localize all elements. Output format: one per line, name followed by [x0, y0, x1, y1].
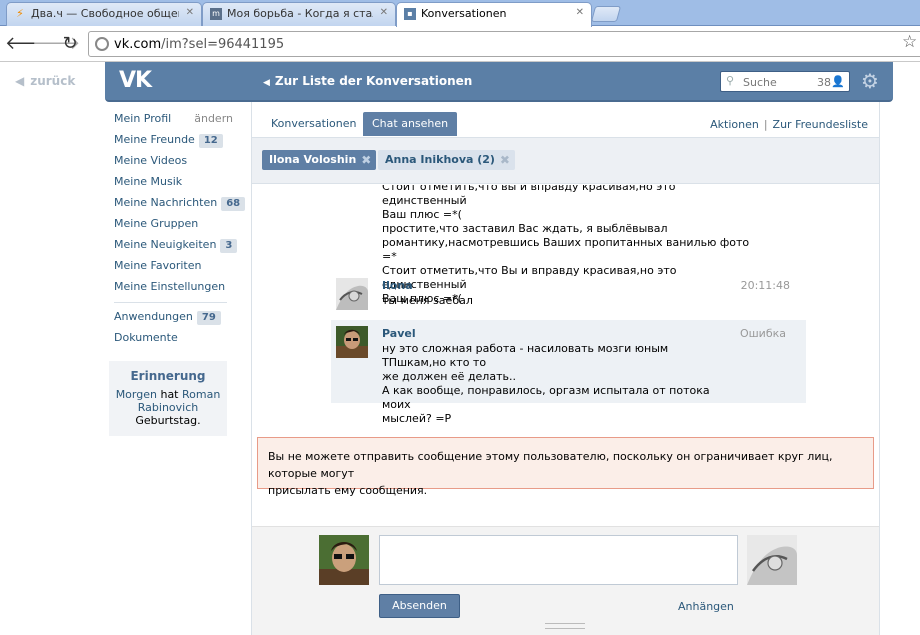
- person-icon: 👤: [831, 75, 845, 88]
- sidebar-item-news[interactable]: Meine Neuigkeiten 3: [109, 235, 238, 256]
- message-history[interactable]: Стоит отметить,что вы и вправду красивая…: [252, 185, 879, 425]
- left-sidebar: Mein Profil ändern Meine Freunde 12 Meine…: [109, 109, 246, 436]
- browser-tab-label: Konversationen: [421, 7, 507, 20]
- link-separator: |: [763, 118, 768, 131]
- forward-arrow-icon[interactable]: 🡒: [32, 34, 80, 54]
- participant-chip[interactable]: Ilona Voloshin ✖: [262, 150, 377, 170]
- my-avatar[interactable]: [319, 535, 369, 585]
- address-url: vk.com/im?sel=96441195: [114, 37, 285, 52]
- bookmark-star-icon[interactable]: ☆: [902, 32, 917, 52]
- sidebar-item-groups[interactable]: Meine Gruppen: [109, 214, 227, 235]
- tab-view-chat[interactable]: Chat ansehen: [363, 112, 458, 136]
- participants-bar: Ilona Voloshin ✖ Anna Inikhova (2) ✖: [252, 138, 879, 184]
- message-composer: Absenden Anhängen: [252, 526, 879, 635]
- close-icon[interactable]: ✕: [380, 7, 388, 18]
- browser-tab-moya-borba[interactable]: m Моя борьба - Когда я стал г ✕: [202, 2, 396, 26]
- browser-tab-label: Моя борьба - Когда я стал г: [227, 7, 373, 20]
- message-error-status: Ошибка: [739, 327, 786, 340]
- sidebar-item-favorites[interactable]: Meine Favoriten: [109, 256, 227, 277]
- count-badge: 68: [221, 197, 246, 211]
- vk-header: VK ◀ Zur Liste der Konversationen ⚲ Suche…: [105, 62, 893, 102]
- gear-icon[interactable]: ⚙: [861, 69, 879, 93]
- message-author[interactable]: Ilona: [382, 279, 413, 292]
- conversation-panel: Konversationen Chat ansehen Aktionen | Zur…: [251, 102, 880, 635]
- sidebar-item-settings[interactable]: Meine Einstellungen: [109, 277, 227, 298]
- friends-list-link[interactable]: Zur Freundesliste: [773, 118, 868, 131]
- address-bar[interactable]: vk.com/im?sel=96441195: [88, 31, 920, 57]
- back-to-conversations-link[interactable]: ◀ Zur Liste der Konversationen: [263, 74, 472, 88]
- attach-link[interactable]: Anhängen: [678, 600, 734, 613]
- browser-tab-konversationen[interactable]: ▪ Konversationen ✕: [396, 2, 592, 27]
- reload-icon[interactable]: ↻: [60, 34, 80, 54]
- header-links: Aktionen | Zur Freundesliste: [710, 118, 868, 131]
- recipient-avatar[interactable]: [747, 535, 797, 585]
- browser-toolbar: 🡐 🡒 ↻ vk.com/im?sel=96441195 ☆: [0, 26, 920, 62]
- message-row[interactable]: Ilona 20:11:48 ты меня заебал: [331, 272, 806, 312]
- close-icon[interactable]: ✕: [186, 7, 194, 18]
- chevron-left-icon: ◀: [15, 74, 25, 88]
- participant-chip[interactable]: Anna Inikhova (2) ✖: [378, 150, 515, 170]
- search-icon: ⚲: [726, 74, 735, 87]
- back-arrow-icon[interactable]: 🡐: [5, 34, 53, 54]
- sidebar-item-documents[interactable]: Dokumente: [109, 328, 227, 349]
- message-text: ну это сложная работа - насиловать мозги…: [382, 342, 710, 425]
- page-tabs: Konversationen Chat ansehen Aktionen | Zur…: [252, 102, 879, 138]
- actions-link[interactable]: Aktionen: [710, 118, 759, 131]
- sidebar-item-apps[interactable]: Anwendungen 79: [109, 307, 227, 328]
- count-badge: 3: [220, 239, 238, 253]
- message-text: ты меня заебал: [382, 294, 473, 307]
- remove-participant-icon[interactable]: ✖: [500, 150, 510, 170]
- reminder-title: Erinnerung: [130, 369, 206, 383]
- remove-participant-icon[interactable]: ✖: [361, 150, 371, 170]
- reminder-date-link[interactable]: Morgen: [116, 388, 157, 401]
- avatar-ilona[interactable]: [336, 278, 368, 310]
- new-tab-button[interactable]: [590, 6, 622, 22]
- online-count: 38: [817, 76, 831, 89]
- message-author[interactable]: Pavel: [382, 327, 416, 340]
- message-time: 20:11:48: [740, 279, 790, 292]
- browser-tab-bar: ⚡ Два.ч — Свободное общени ✕ m Моя борьб…: [0, 0, 920, 27]
- send-error-alert: Вы не можете отправить сообщение этому п…: [257, 437, 874, 497]
- browser-tab-dvach[interactable]: ⚡ Два.ч — Свободное общени ✕: [6, 2, 202, 26]
- sidebar-item-friends[interactable]: Meine Freunde 12: [109, 130, 227, 151]
- sidebar-divider: [114, 302, 227, 303]
- vk-chat-icon: ▪: [404, 8, 416, 20]
- bolt-icon: ⚡: [16, 7, 24, 20]
- resize-grip-icon[interactable]: [545, 623, 585, 629]
- send-button[interactable]: Absenden: [379, 594, 460, 618]
- search-input[interactable]: ⚲ Suche 38 👤: [720, 71, 850, 92]
- vk-logo[interactable]: VK: [119, 68, 155, 94]
- globe-icon: [95, 37, 109, 51]
- sidebar-item-messages[interactable]: Meine Nachrichten 68: [109, 193, 246, 214]
- count-badge: 12: [198, 134, 223, 148]
- reminder-body: Morgen hat Roman Rabinovich Geburtstag.: [115, 388, 221, 427]
- count-badge: 79: [196, 311, 221, 325]
- edit-profile-link[interactable]: ändern: [194, 111, 233, 127]
- sidebar-item-videos[interactable]: Meine Videos: [109, 151, 227, 172]
- birthday-reminder: Erinnerung Morgen hat Roman Rabinovich G…: [109, 361, 227, 436]
- sidebar-item-music[interactable]: Meine Musik: [109, 172, 227, 193]
- sidebar-item-profile[interactable]: Mein Profil ändern: [109, 109, 233, 130]
- message-row-failed[interactable]: Pavel Ошибка ну это сложная работа - нас…: [331, 320, 806, 425]
- message-input[interactable]: [379, 535, 738, 585]
- search-placeholder: Suche: [743, 76, 777, 89]
- browser-tab-label: Два.ч — Свободное общени: [31, 7, 179, 20]
- tv-icon: m: [210, 8, 222, 20]
- avatar-pavel[interactable]: [336, 326, 368, 358]
- close-icon[interactable]: ✕: [576, 7, 584, 18]
- back-link[interactable]: ◀ zurück: [15, 74, 75, 88]
- tab-conversations[interactable]: Konversationen: [262, 112, 365, 136]
- chevron-left-icon: ◀: [263, 78, 270, 88]
